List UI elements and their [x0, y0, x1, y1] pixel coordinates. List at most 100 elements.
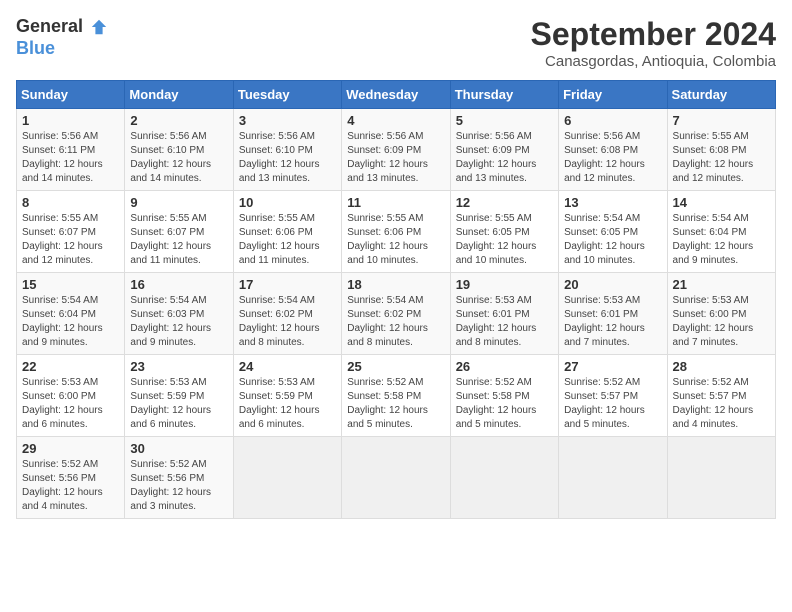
- day-info: Sunrise: 5:53 AM Sunset: 6:01 PM Dayligh…: [456, 294, 553, 350]
- logo-icon: [90, 18, 108, 36]
- day-number: 18: [347, 277, 444, 292]
- day-number: 22: [22, 359, 119, 374]
- logo-blue: Blue: [16, 38, 108, 60]
- calendar-cell: 21Sunrise: 5:53 AM Sunset: 6:00 PM Dayli…: [667, 273, 775, 355]
- day-info: Sunrise: 5:53 AM Sunset: 5:59 PM Dayligh…: [239, 376, 336, 432]
- day-info: Sunrise: 5:53 AM Sunset: 6:01 PM Dayligh…: [564, 294, 661, 350]
- calendar-cell: 29 Sunrise: 5:52 AM Sunset: 5:56 PM Dayli…: [17, 437, 125, 519]
- day-number: 3: [239, 113, 336, 128]
- calendar-week-4: 22 Sunrise: 5:53 AM Sunset: 6:00 PM Dayli…: [17, 355, 776, 437]
- day-info: Sunrise: 5:55 AM Sunset: 6:05 PM Dayligh…: [456, 212, 553, 268]
- day-number: 19: [456, 277, 553, 292]
- day-info: Sunrise: 5:53 AM Sunset: 6:00 PM Dayligh…: [22, 376, 119, 432]
- calendar-week-5: 29 Sunrise: 5:52 AM Sunset: 5:56 PM Dayli…: [17, 437, 776, 519]
- logo-general: General: [16, 16, 83, 36]
- day-info: Sunrise: 5:56 AM Sunset: 6:11 PM Dayligh…: [22, 130, 119, 186]
- day-number: 21: [673, 277, 770, 292]
- day-info: Sunrise: 5:55 AM Sunset: 6:06 PM Dayligh…: [239, 212, 336, 268]
- day-number: 9: [130, 195, 227, 210]
- weekday-header-sunday: Sunday: [17, 81, 125, 109]
- day-info: Sunrise: 5:52 AM Sunset: 5:56 PM Dayligh…: [22, 458, 119, 514]
- calendar-cell: 6 Sunrise: 5:56 AM Sunset: 6:08 PM Daylig…: [559, 109, 667, 191]
- calendar-cell: 5Sunrise: 5:56 AM Sunset: 6:09 PM Daylig…: [450, 109, 558, 191]
- logo: General Blue: [16, 16, 108, 59]
- calendar-cell: 14Sunrise: 5:54 AM Sunset: 6:04 PM Dayli…: [667, 191, 775, 273]
- calendar-cell: 23Sunrise: 5:53 AM Sunset: 5:59 PM Dayli…: [125, 355, 233, 437]
- calendar-cell: 4 Sunrise: 5:56 AM Sunset: 6:09 PM Daylig…: [342, 109, 450, 191]
- day-number: 11: [347, 195, 444, 210]
- day-info: Sunrise: 5:55 AM Sunset: 6:07 PM Dayligh…: [130, 212, 227, 268]
- title-block: September 2024 Canasgordas, Antioquia, C…: [531, 16, 776, 70]
- day-number: 29: [22, 441, 119, 456]
- calendar-cell: 19 Sunrise: 5:53 AM Sunset: 6:01 PM Dayli…: [450, 273, 558, 355]
- day-info: Sunrise: 5:54 AM Sunset: 6:02 PM Dayligh…: [347, 294, 444, 350]
- calendar-cell: 8 Sunrise: 5:55 AM Sunset: 6:07 PM Daylig…: [17, 191, 125, 273]
- calendar-cell: 2 Sunrise: 5:56 AM Sunset: 6:10 PM Daylig…: [125, 109, 233, 191]
- page-subtitle: Canasgordas, Antioquia, Colombia: [531, 53, 776, 70]
- calendar-cell: [342, 437, 450, 519]
- calendar-cell: 9 Sunrise: 5:55 AM Sunset: 6:07 PM Daylig…: [125, 191, 233, 273]
- day-info: Sunrise: 5:54 AM Sunset: 6:03 PM Dayligh…: [130, 294, 227, 350]
- calendar-week-2: 8 Sunrise: 5:55 AM Sunset: 6:07 PM Daylig…: [17, 191, 776, 273]
- calendar-cell: 12 Sunrise: 5:55 AM Sunset: 6:05 PM Dayli…: [450, 191, 558, 273]
- page-title: September 2024: [531, 16, 776, 53]
- weekday-header-wednesday: Wednesday: [342, 81, 450, 109]
- calendar-cell: 13Sunrise: 5:54 AM Sunset: 6:05 PM Dayli…: [559, 191, 667, 273]
- day-number: 30: [130, 441, 227, 456]
- weekday-header-monday: Monday: [125, 81, 233, 109]
- day-info: Sunrise: 5:54 AM Sunset: 6:02 PM Dayligh…: [239, 294, 336, 350]
- calendar-cell: [667, 437, 775, 519]
- day-info: Sunrise: 5:52 AM Sunset: 5:58 PM Dayligh…: [456, 376, 553, 432]
- day-info: Sunrise: 5:56 AM Sunset: 6:09 PM Dayligh…: [347, 130, 444, 186]
- day-number: 12: [456, 195, 553, 210]
- page-header: General Blue September 2024 Canasgordas,…: [16, 16, 776, 70]
- calendar-cell: 7Sunrise: 5:55 AM Sunset: 6:08 PM Daylig…: [667, 109, 775, 191]
- day-number: 27: [564, 359, 661, 374]
- day-number: 1: [22, 113, 119, 128]
- calendar-cell: 25Sunrise: 5:52 AM Sunset: 5:58 PM Dayli…: [342, 355, 450, 437]
- calendar-table: SundayMondayTuesdayWednesdayThursdayFrid…: [16, 80, 776, 519]
- day-number: 8: [22, 195, 119, 210]
- day-info: Sunrise: 5:55 AM Sunset: 6:06 PM Dayligh…: [347, 212, 444, 268]
- day-info: Sunrise: 5:55 AM Sunset: 6:08 PM Dayligh…: [673, 130, 770, 186]
- calendar-week-1: 1 Sunrise: 5:56 AM Sunset: 6:11 PM Daylig…: [17, 109, 776, 191]
- day-info: Sunrise: 5:56 AM Sunset: 6:10 PM Dayligh…: [130, 130, 227, 186]
- calendar-cell: 24 Sunrise: 5:53 AM Sunset: 5:59 PM Dayli…: [233, 355, 341, 437]
- weekday-header-saturday: Saturday: [667, 81, 775, 109]
- day-number: 17: [239, 277, 336, 292]
- calendar-cell: 18 Sunrise: 5:54 AM Sunset: 6:02 PM Dayli…: [342, 273, 450, 355]
- day-info: Sunrise: 5:52 AM Sunset: 5:57 PM Dayligh…: [564, 376, 661, 432]
- day-info: Sunrise: 5:56 AM Sunset: 6:08 PM Dayligh…: [564, 130, 661, 186]
- calendar-cell: [559, 437, 667, 519]
- calendar-cell: 27 Sunrise: 5:52 AM Sunset: 5:57 PM Dayli…: [559, 355, 667, 437]
- day-number: 20: [564, 277, 661, 292]
- day-info: Sunrise: 5:52 AM Sunset: 5:56 PM Dayligh…: [130, 458, 227, 514]
- day-number: 2: [130, 113, 227, 128]
- day-number: 16: [130, 277, 227, 292]
- day-info: Sunrise: 5:55 AM Sunset: 6:07 PM Dayligh…: [22, 212, 119, 268]
- weekday-header-friday: Friday: [559, 81, 667, 109]
- day-number: 6: [564, 113, 661, 128]
- calendar-cell: 28Sunrise: 5:52 AM Sunset: 5:57 PM Dayli…: [667, 355, 775, 437]
- day-info: Sunrise: 5:52 AM Sunset: 5:57 PM Dayligh…: [673, 376, 770, 432]
- calendar-cell: 26Sunrise: 5:52 AM Sunset: 5:58 PM Dayli…: [450, 355, 558, 437]
- calendar-cell: 11 Sunrise: 5:55 AM Sunset: 6:06 PM Dayli…: [342, 191, 450, 273]
- day-number: 4: [347, 113, 444, 128]
- day-number: 15: [22, 277, 119, 292]
- calendar-cell: [233, 437, 341, 519]
- calendar-cell: 16 Sunrise: 5:54 AM Sunset: 6:03 PM Dayli…: [125, 273, 233, 355]
- calendar-cell: 17 Sunrise: 5:54 AM Sunset: 6:02 PM Dayli…: [233, 273, 341, 355]
- day-number: 25: [347, 359, 444, 374]
- day-number: 24: [239, 359, 336, 374]
- calendar-cell: 1 Sunrise: 5:56 AM Sunset: 6:11 PM Daylig…: [17, 109, 125, 191]
- day-info: Sunrise: 5:54 AM Sunset: 6:04 PM Dayligh…: [22, 294, 119, 350]
- day-info: Sunrise: 5:54 AM Sunset: 6:05 PM Dayligh…: [564, 212, 661, 268]
- calendar-cell: 22 Sunrise: 5:53 AM Sunset: 6:00 PM Dayli…: [17, 355, 125, 437]
- day-number: 5: [456, 113, 553, 128]
- calendar-cell: 15 Sunrise: 5:54 AM Sunset: 6:04 PM Dayli…: [17, 273, 125, 355]
- weekday-header-thursday: Thursday: [450, 81, 558, 109]
- day-number: 10: [239, 195, 336, 210]
- calendar-cell: 30 Sunrise: 5:52 AM Sunset: 5:56 PM Dayli…: [125, 437, 233, 519]
- calendar-cell: 20 Sunrise: 5:53 AM Sunset: 6:01 PM Dayli…: [559, 273, 667, 355]
- day-number: 14: [673, 195, 770, 210]
